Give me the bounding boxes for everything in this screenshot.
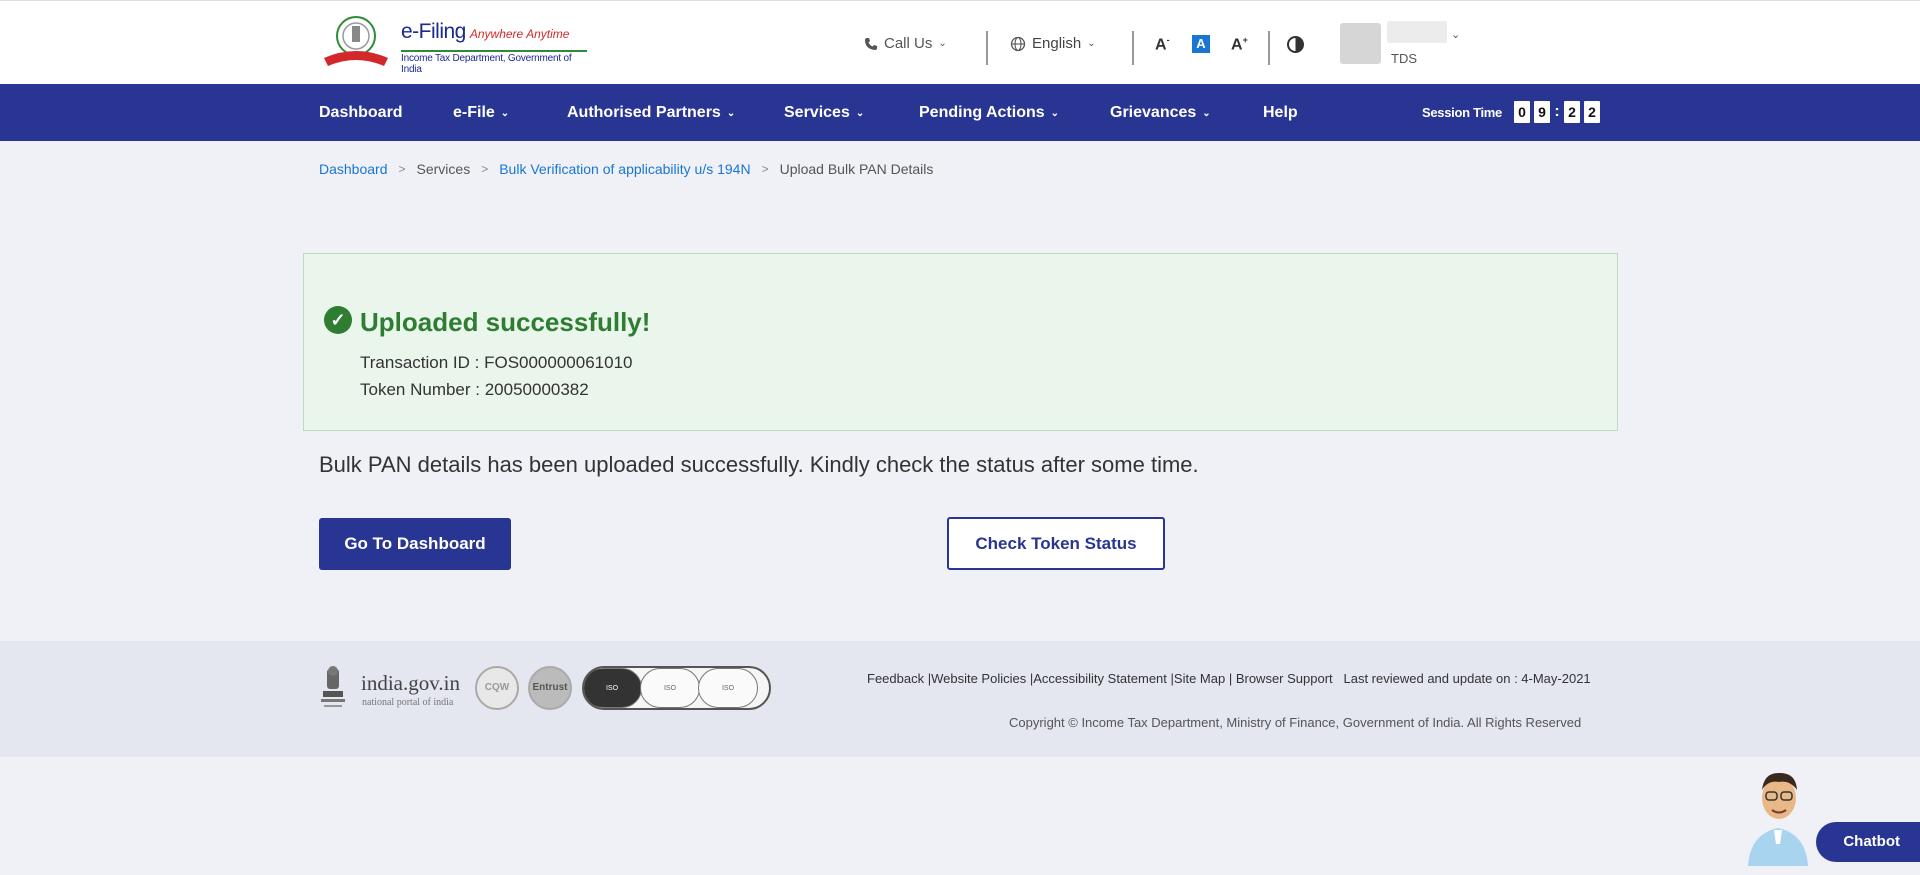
footer-link-feedback[interactable]: Feedback	[867, 671, 924, 686]
india-gov-subtitle: national portal of india	[362, 697, 454, 708]
chevron-down-icon: ⌄	[938, 38, 947, 49]
india-gov-link[interactable]: india.gov.in	[361, 671, 460, 696]
breadcrumb-current: Upload Bulk PAN Details	[779, 161, 934, 177]
nav-item-efile[interactable]: e-File ⌄	[453, 104, 509, 122]
certification-badge: ISO	[584, 668, 642, 708]
transaction-id: Transaction ID : FOS000000061010	[360, 353, 633, 372]
phone-icon	[865, 37, 877, 50]
check-token-status-button[interactable]: Check Token Status	[947, 517, 1165, 570]
font-default-button[interactable]: A	[1192, 35, 1210, 53]
chevron-down-icon: ⌄	[500, 108, 510, 119]
nav-item-services[interactable]: Services ⌄	[784, 104, 864, 122]
nav-item-authorised-partners[interactable]: Authorised Partners ⌄	[567, 104, 735, 122]
chatbot-launcher[interactable]: Chatbot	[1736, 770, 1920, 866]
session-colon: :	[1554, 103, 1560, 120]
breadcrumb-separator: >	[481, 162, 489, 176]
brand-title: e-Filing Anywhere Anytime	[401, 20, 570, 43]
certification-badge: ISO	[698, 668, 758, 708]
divider	[1268, 31, 1270, 65]
cqw-seal: CQW	[475, 666, 519, 710]
chevron-down-icon: ⌄	[1087, 38, 1096, 49]
avatar[interactable]	[1340, 23, 1381, 64]
footer-link-browser-support[interactable]: Browser Support	[1236, 671, 1333, 686]
breadcrumb-dashboard[interactable]: Dashboard	[319, 161, 388, 177]
user-name-placeholder	[1387, 21, 1447, 43]
chevron-down-icon: ⌄	[855, 108, 865, 119]
token-number: Token Number : 20050000382	[360, 380, 589, 399]
success-panel: ✓ Uploaded successfully! Transaction ID …	[303, 253, 1618, 431]
efiling-logo[interactable]: e-Filing Anywhere Anytime Income Tax Depa…	[319, 14, 589, 75]
footer-link-site-map[interactable]: Site Map	[1174, 671, 1225, 686]
chatbot-label[interactable]: Chatbot	[1816, 822, 1920, 862]
footer-link-website-policies[interactable]: Website Policies	[931, 671, 1026, 686]
divider	[1132, 31, 1134, 65]
status-message: Bulk PAN details has been uploaded succe…	[319, 452, 1199, 477]
session-timer: Session Time 0 9 : 2 2	[1422, 101, 1600, 123]
emblem-icon	[321, 666, 345, 707]
call-us-menu[interactable]: Call Us ⌄	[864, 35, 947, 52]
top-header: e-Filing Anywhere Anytime Income Tax Depa…	[0, 0, 1920, 84]
chevron-down-icon[interactable]: ⌄	[1451, 28, 1460, 41]
footer-links: Feedback |Website Policies |Accessibilit…	[867, 671, 1591, 686]
nav-item-help[interactable]: Help	[1263, 104, 1298, 122]
breadcrumb-bulk-verification[interactable]: Bulk Verification of applicability u/s 1…	[499, 161, 750, 177]
breadcrumb-separator: >	[398, 162, 406, 176]
breadcrumb: Dashboard > Services > Bulk Verification…	[319, 161, 933, 177]
breadcrumb-separator: >	[761, 162, 769, 176]
emblem-icon	[324, 16, 388, 66]
chatbot-avatar-face	[1762, 772, 1797, 819]
nav-item-dashboard[interactable]: Dashboard	[319, 104, 403, 122]
language-select[interactable]: English ⌄	[1010, 35, 1096, 52]
session-digit: 2	[1563, 101, 1580, 123]
session-label: Session Time	[1422, 104, 1502, 120]
font-decrease-button[interactable]: A-	[1155, 35, 1170, 54]
brand-subtitle: Income Tax Department, Government of Ind…	[401, 50, 587, 75]
breadcrumb-services: Services	[416, 161, 471, 177]
chevron-down-icon: ⌄	[1050, 108, 1060, 119]
main-nav: Dashboard e-File ⌄ Authorised Partners ⌄ S…	[0, 84, 1920, 141]
session-digit: 2	[1583, 101, 1600, 123]
session-digit: 0	[1513, 101, 1530, 123]
globe-icon	[1010, 36, 1026, 51]
iso-certifications: ISO ISO ISO	[582, 666, 771, 710]
chevron-down-icon: ⌄	[1202, 108, 1211, 119]
certification-badge: ISO	[640, 668, 700, 708]
language-label: English	[1032, 35, 1082, 52]
divider	[986, 31, 988, 65]
session-digit: 9	[1533, 101, 1550, 123]
footer-link-accessibility[interactable]: Accessibility Statement	[1033, 671, 1167, 686]
font-increase-button[interactable]: A+	[1231, 35, 1248, 54]
go-to-dashboard-button[interactable]: Go To Dashboard	[319, 518, 511, 570]
nav-item-pending-actions[interactable]: Pending Actions ⌄	[919, 104, 1059, 122]
entrust-seal: Entrust	[528, 666, 572, 710]
chevron-down-icon: ⌄	[726, 108, 736, 119]
copyright: Copyright © Income Tax Department, Minis…	[1009, 715, 1582, 730]
nav-item-grievances[interactable]: Grievances ⌄	[1110, 104, 1211, 122]
contrast-icon[interactable]	[1287, 36, 1304, 53]
footer: india.gov.in national portal of india CQ…	[0, 641, 1920, 757]
last-reviewed: Last reviewed and update on : 4-May-2021	[1343, 671, 1591, 686]
success-title: Uploaded successfully!	[360, 307, 651, 337]
check-circle-icon: ✓	[324, 306, 352, 334]
user-role: TDS	[1391, 51, 1417, 66]
call-us-label: Call Us	[884, 35, 933, 52]
